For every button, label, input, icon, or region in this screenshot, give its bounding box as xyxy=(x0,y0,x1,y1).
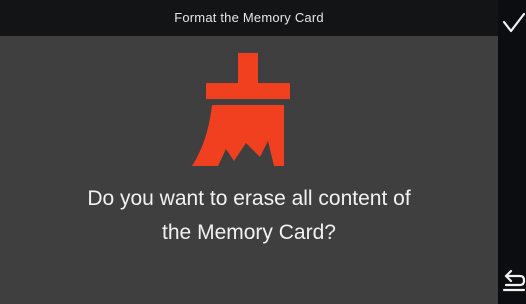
checkmark-icon[interactable] xyxy=(500,6,526,40)
confirm-message: Do you want to erase all content of the … xyxy=(0,182,498,250)
dialog-panel: Format the Memory Card Do you want to er… xyxy=(0,0,498,304)
title-bar: Format the Memory Card xyxy=(0,0,498,36)
message-line-2: the Memory Card? xyxy=(162,221,336,244)
broom-icon xyxy=(192,53,290,166)
return-arrow-icon[interactable] xyxy=(502,265,526,297)
message-line-1: Do you want to erase all content of xyxy=(87,187,411,210)
side-control-rail xyxy=(498,0,526,304)
dialog-title: Format the Memory Card xyxy=(174,10,324,25)
format-card-screen: Format the Memory Card Do you want to er… xyxy=(0,0,526,304)
